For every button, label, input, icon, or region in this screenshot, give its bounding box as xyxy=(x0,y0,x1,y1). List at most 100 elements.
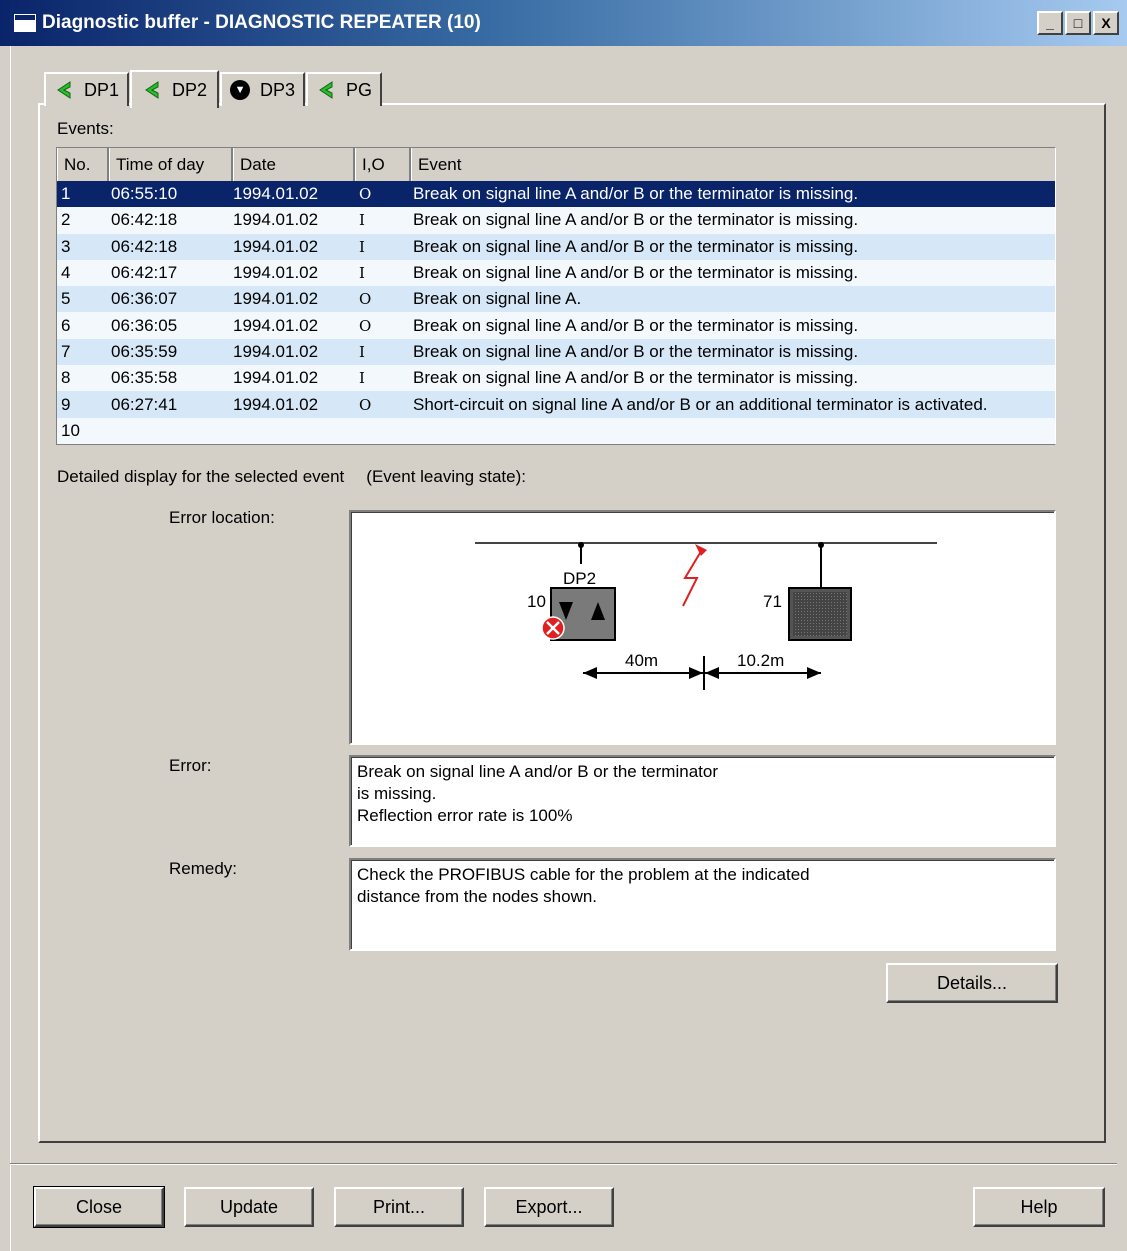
title-bar: Diagnostic buffer - DIAGNOSTIC REPEATER … xyxy=(0,0,1127,46)
table-header: No. Time of day Date I,O Event xyxy=(57,148,1055,181)
stop-icon: ▼ xyxy=(230,80,251,100)
cell-io: O xyxy=(359,395,372,414)
cell-time: 06:36:05 xyxy=(111,315,178,335)
cell-event: Break on signal line A and/or B or the t… xyxy=(413,210,859,230)
close-button[interactable]: Close xyxy=(33,1186,165,1228)
network-diagram: DP2 10 71 40m 10.2m xyxy=(475,542,937,690)
table-row[interactable]: 8 06:35:58 1994.01.02 I Break on signal line… xyxy=(57,365,1055,392)
column-header-time[interactable]: Time of day xyxy=(109,148,233,181)
tab-dp3[interactable]: ▼ DP3 xyxy=(220,72,306,106)
distance-left-label: 40m xyxy=(625,651,658,670)
cell-date: 1994.01.02 xyxy=(233,263,319,283)
cell-no: 10 xyxy=(61,420,80,440)
cell-io: O xyxy=(359,185,372,204)
green-arrow-icon xyxy=(145,81,159,99)
cell-no: 8 xyxy=(61,368,71,388)
error-line: is missing. xyxy=(357,784,437,803)
separator xyxy=(10,1163,1117,1165)
cell-no: 9 xyxy=(61,394,71,414)
table-row[interactable]: 10 xyxy=(57,417,1055,444)
table-row[interactable]: 4 06:42:17 1994.01.02 I Break on signal line… xyxy=(57,259,1055,287)
cell-io: O xyxy=(359,316,372,335)
tab-pg-label: PG xyxy=(346,79,373,100)
cell-io: I xyxy=(359,211,365,230)
cell-date: 1994.01.02 xyxy=(233,210,319,230)
table-row[interactable]: 2 06:42:18 1994.01.02 I Break on signal line… xyxy=(57,207,1055,234)
cell-no: 1 xyxy=(61,184,71,204)
print-button[interactable]: Print... xyxy=(334,1187,464,1227)
export-button[interactable]: Export... xyxy=(484,1187,614,1227)
cell-time: 06:27:41 xyxy=(111,394,178,414)
cell-io: I xyxy=(359,237,365,256)
cell-date: 1994.01.02 xyxy=(233,341,319,361)
update-button[interactable]: Update xyxy=(184,1187,314,1227)
detail-label: Detailed display for the selected event xyxy=(57,467,345,486)
table-row[interactable]: 1 06:55:10 1994.01.02 O Break on signal line… xyxy=(57,181,1055,208)
column-header-no[interactable]: No. xyxy=(57,148,109,181)
error-text-box[interactable]: Break on signal line A and/or B or the t… xyxy=(349,755,1056,847)
window-title: Diagnostic buffer - DIAGNOSTIC REPEATER … xyxy=(42,12,481,33)
minimize-button[interactable]: _ xyxy=(1037,11,1063,35)
cell-date: 1994.01.02 xyxy=(233,394,319,414)
remedy-line: Check the PROFIBUS cable for the problem… xyxy=(357,865,810,884)
cell-time: 06:42:18 xyxy=(111,210,178,230)
cell-no: 4 xyxy=(61,263,71,283)
remedy-line: distance from the nodes shown. xyxy=(357,887,598,906)
cell-io: I xyxy=(359,369,365,388)
details-button[interactable]: Details... xyxy=(886,963,1058,1003)
cell-event: Break on signal line A and/or B or the t… xyxy=(413,236,859,256)
tab-dp1[interactable]: DP1 xyxy=(44,72,130,106)
cell-time: 06:42:17 xyxy=(111,263,178,283)
tab-dp1-label: DP1 xyxy=(84,79,120,100)
help-button[interactable]: Help xyxy=(973,1187,1105,1227)
cell-io: I xyxy=(359,342,365,361)
error-line: Break on signal line A and/or B or the t… xyxy=(357,762,718,781)
tab-pg[interactable]: PG xyxy=(306,72,383,106)
cell-event: Break on signal line A. xyxy=(413,289,582,309)
table-row[interactable]: 7 06:35:59 1994.01.02 I Break on signal line… xyxy=(57,338,1055,366)
cell-no: 5 xyxy=(61,289,71,309)
table-row[interactable]: 9 06:27:41 1994.01.02 O Short-circuit on sig… xyxy=(57,391,1055,418)
column-header-date[interactable]: Date xyxy=(233,148,355,181)
cell-event: Break on signal line A and/or B or the t… xyxy=(413,184,859,204)
cell-no: 3 xyxy=(61,236,71,256)
tab-dp2[interactable]: DP2 xyxy=(130,70,220,108)
cell-no: 6 xyxy=(61,315,71,335)
cell-io: I xyxy=(359,264,365,283)
error-location-diagram: DP2 10 71 40m 10.2m xyxy=(349,510,1056,745)
table-row[interactable]: 3 06:42:18 1994.01.02 I Break on signal line… xyxy=(57,233,1055,260)
remedy-text-box[interactable]: Check the PROFIBUS cable for the problem… xyxy=(349,858,1056,951)
cell-date: 1994.01.02 xyxy=(233,184,319,204)
cell-event: Break on signal line A and/or B or the t… xyxy=(413,263,859,283)
cell-no: 7 xyxy=(61,341,71,361)
bus-tap-left xyxy=(578,542,584,548)
cell-time: 06:42:18 xyxy=(111,236,178,256)
arrow-right-end xyxy=(807,667,821,679)
cell-io: O xyxy=(359,290,372,309)
detail-state: (Event leaving state): xyxy=(366,467,526,486)
cell-event: Break on signal line A and/or B or the t… xyxy=(413,341,859,361)
cell-date: 1994.01.02 xyxy=(233,368,319,388)
cell-event: Break on signal line A and/or B or the t… xyxy=(413,368,859,388)
error-line: Reflection error rate is 100% xyxy=(357,806,573,825)
green-arrow-icon xyxy=(319,81,333,99)
cell-event: Short-circuit on signal line A and/or B … xyxy=(413,394,988,414)
error-location-label: Error location: xyxy=(169,508,275,527)
left-node-label: 10 xyxy=(527,592,546,611)
error-label: Error: xyxy=(169,756,212,775)
table-row[interactable]: 6 06:36:05 1994.01.02 O Break on signal line… xyxy=(57,312,1055,339)
arrow-left-end xyxy=(583,667,597,679)
bus-tap-right xyxy=(818,542,824,548)
close-window-button[interactable]: X xyxy=(1093,11,1119,35)
tab-strip: DP1 DP2 ▼ DP3 PG xyxy=(44,68,383,108)
table-row[interactable]: 5 06:36:07 1994.01.02 O Break on signal line… xyxy=(57,286,1055,313)
detail-heading: Detailed display for the selected event (… xyxy=(57,467,526,487)
green-arrow-icon xyxy=(57,81,71,99)
events-table: No. Time of day Date I,O Event 1 06:55:10… xyxy=(56,147,1056,445)
cell-date: 1994.01.02 xyxy=(233,315,319,335)
column-header-event[interactable]: Event xyxy=(411,148,1055,181)
events-label: Events: xyxy=(57,119,114,138)
column-header-io[interactable]: I,O xyxy=(355,148,411,181)
maximize-button[interactable]: □ xyxy=(1065,11,1091,35)
window-app-icon xyxy=(14,14,36,32)
